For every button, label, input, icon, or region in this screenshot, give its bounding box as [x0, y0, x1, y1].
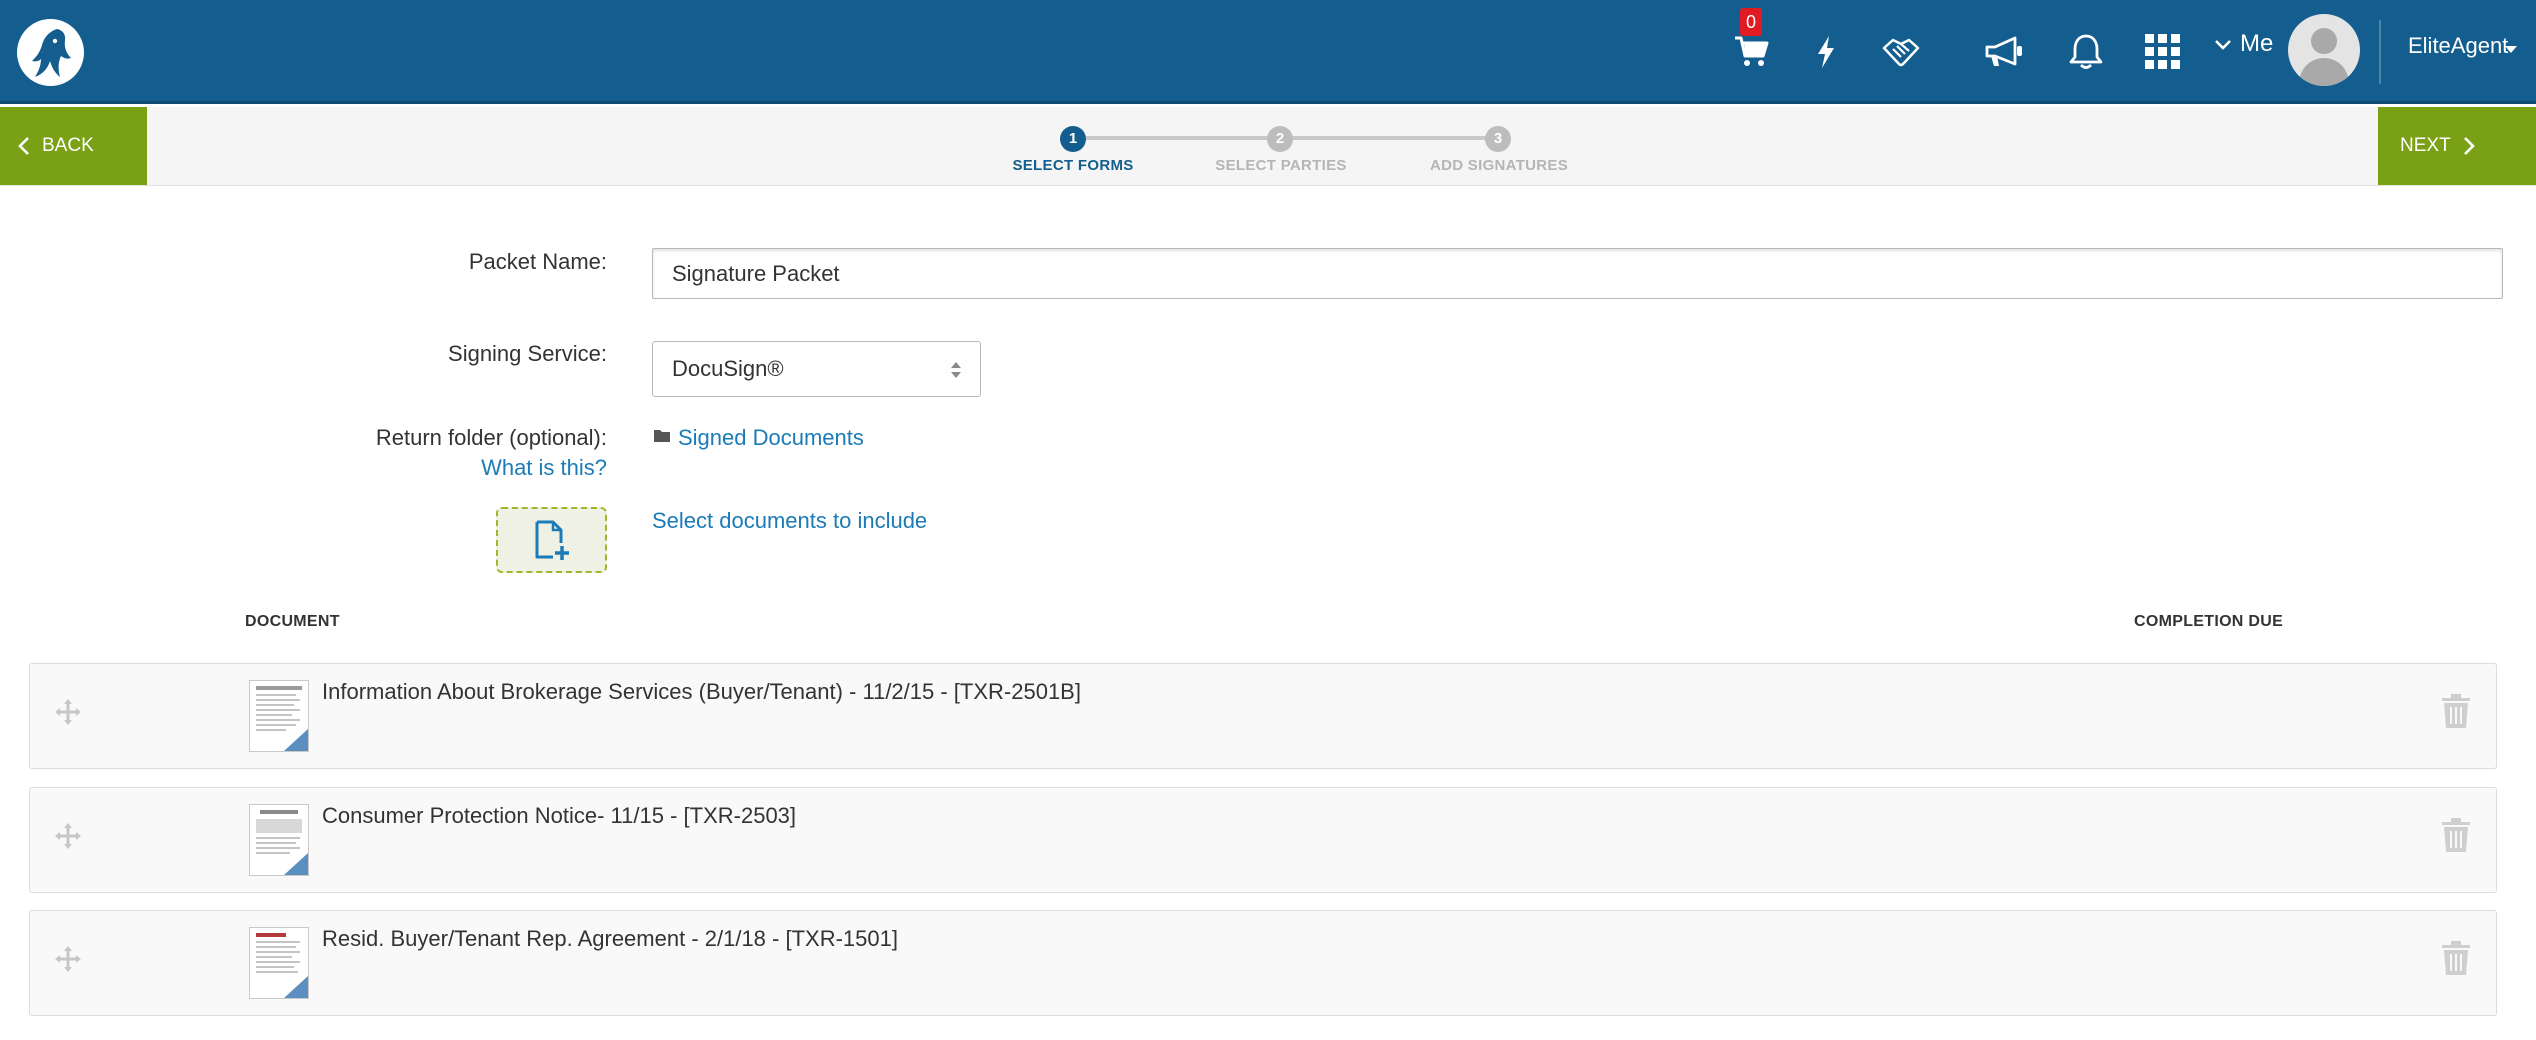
- return-folder-label: Return folder (optional):: [375, 425, 607, 450]
- top-navigation-bar: 0 Me EliteAgent: [0, 0, 2536, 104]
- select-arrows-icon: [951, 362, 961, 378]
- lightning-bolt-icon[interactable]: [1815, 26, 1837, 78]
- move-arrows-icon[interactable]: [54, 822, 82, 850]
- what-is-this-link[interactable]: What is this?: [481, 455, 607, 481]
- step-connector: [1292, 136, 1493, 140]
- megaphone-icon[interactable]: [1982, 26, 2026, 78]
- step-1-label[interactable]: SELECT FORMS: [1012, 157, 1133, 174]
- signing-service-value: DocuSign®: [672, 356, 784, 381]
- header-divider: [2379, 20, 2381, 84]
- return-folder-link[interactable]: Signed Documents: [678, 425, 864, 451]
- apps-grid-icon[interactable]: [2143, 26, 2183, 78]
- trash-icon[interactable]: [2440, 694, 2472, 728]
- packet-name-input[interactable]: Signature Packet: [652, 248, 2503, 299]
- trash-icon[interactable]: [2440, 941, 2472, 975]
- table-row[interactable]: Resid. Buyer/Tenant Rep. Agreement - 2/1…: [29, 910, 2497, 1016]
- folder-icon: [654, 430, 670, 442]
- signing-service-select[interactable]: DocuSign®: [652, 341, 981, 397]
- step-connector: [1086, 136, 1283, 140]
- handshake-icon[interactable]: [1880, 26, 1922, 78]
- document-thumbnail[interactable]: [249, 927, 309, 999]
- chevron-left-icon: [18, 137, 29, 155]
- step-3-label[interactable]: ADD SIGNATURES: [1430, 157, 1568, 174]
- step-2-label[interactable]: SELECT PARTIES: [1215, 157, 1346, 174]
- wolf-head-logo-icon[interactable]: [17, 19, 84, 86]
- add-document-icon: [535, 520, 569, 560]
- chevron-down-icon[interactable]: [2214, 38, 2232, 56]
- table-row[interactable]: Consumer Protection Notice- 11/15 - [TXR…: [29, 787, 2497, 893]
- user-menu-label[interactable]: EliteAgent: [2408, 33, 2508, 59]
- step-2-indicator[interactable]: 2: [1267, 126, 1293, 152]
- step-3-indicator[interactable]: 3: [1485, 126, 1511, 152]
- document-title[interactable]: Consumer Protection Notice- 11/15 - [TXR…: [322, 803, 796, 829]
- add-document-button[interactable]: [496, 507, 607, 573]
- chevron-right-icon: [2463, 137, 2475, 155]
- back-button[interactable]: BACK: [0, 107, 147, 185]
- completion-due-column-header: COMPLETION DUE: [2134, 613, 2284, 630]
- me-menu-label[interactable]: Me: [2240, 30, 2273, 58]
- select-documents-link[interactable]: Select documents to include: [652, 508, 927, 534]
- move-arrows-icon[interactable]: [54, 698, 82, 726]
- cart-count-badge: 0: [1740, 8, 1762, 36]
- table-row[interactable]: Information About Brokerage Services (Bu…: [29, 663, 2497, 769]
- trash-icon[interactable]: [2440, 818, 2472, 852]
- document-title[interactable]: Resid. Buyer/Tenant Rep. Agreement - 2/1…: [322, 926, 898, 952]
- signing-service-label: Signing Service:: [448, 341, 607, 366]
- next-button-label: NEXT: [2400, 135, 2451, 156]
- document-thumbnail[interactable]: [249, 680, 309, 752]
- document-title[interactable]: Information About Brokerage Services (Bu…: [322, 679, 1081, 705]
- back-button-label: BACK: [42, 135, 94, 156]
- document-column-header: DOCUMENT: [245, 613, 340, 630]
- document-thumbnail[interactable]: [249, 804, 309, 876]
- wizard-steps-bar: BACK 1 2 3 SELECT FORMS SELECT PARTIES A…: [0, 107, 2536, 186]
- move-arrows-icon[interactable]: [54, 945, 82, 973]
- packet-name-label: Packet Name:: [468, 249, 607, 274]
- step-1-indicator[interactable]: 1: [1060, 126, 1086, 152]
- caret-down-icon[interactable]: [2505, 46, 2517, 53]
- bell-icon[interactable]: [2066, 26, 2106, 78]
- avatar[interactable]: [2288, 14, 2360, 86]
- next-button[interactable]: NEXT: [2378, 107, 2536, 185]
